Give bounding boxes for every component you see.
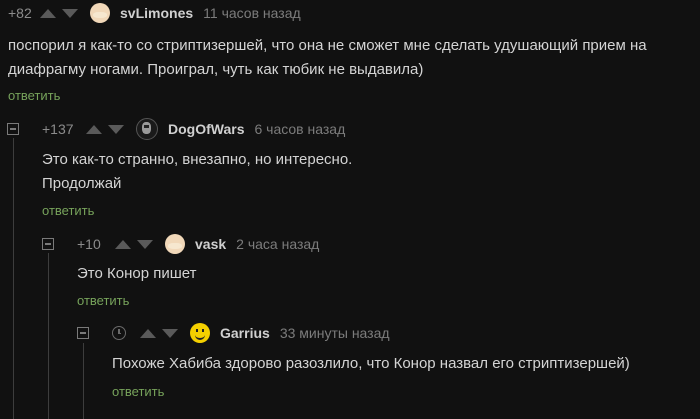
reply-link[interactable]: ответить xyxy=(8,88,60,103)
thread-line[interactable] xyxy=(83,343,84,419)
rating-value: +82 xyxy=(8,5,32,21)
upvote-icon[interactable] xyxy=(86,124,102,134)
upvote-icon[interactable] xyxy=(40,8,56,18)
collapse-icon[interactable] xyxy=(42,238,54,250)
comment-header: Garrius 33 минуты назад xyxy=(112,322,390,344)
downvote-icon[interactable] xyxy=(137,239,153,249)
comment-header: +82 svLimones 11 часов назад xyxy=(8,2,301,24)
downvote-icon[interactable] xyxy=(108,124,124,134)
collapse-icon[interactable] xyxy=(77,327,89,339)
timestamp[interactable]: 6 часов назад xyxy=(254,121,345,137)
avatar[interactable] xyxy=(165,234,185,254)
comment-line: Продолжай xyxy=(42,175,122,192)
comment-line: Это как-то странно, внезапно, но интерес… xyxy=(42,151,353,168)
avatar[interactable] xyxy=(136,118,158,140)
upvote-icon[interactable] xyxy=(115,239,131,249)
comment-line: Похоже Хабиба здорово разозлило, что Кон… xyxy=(112,355,630,372)
reply-link[interactable]: ответить xyxy=(112,384,164,399)
avatar[interactable] xyxy=(190,323,210,343)
clock-icon xyxy=(112,326,126,340)
rating-value: +137 xyxy=(42,121,74,137)
avatar[interactable] xyxy=(90,3,110,23)
reply-link[interactable]: ответить xyxy=(42,203,94,218)
timestamp[interactable]: 11 часов назад xyxy=(203,5,301,21)
thread-line[interactable] xyxy=(48,253,49,419)
downvote-icon[interactable] xyxy=(62,8,78,18)
author-name[interactable]: vask xyxy=(195,236,226,252)
upvote-icon[interactable] xyxy=(140,328,156,338)
comment-header: +10 vask 2 часа назад xyxy=(77,233,319,255)
comment-header: +137 DogOfWars 6 часов назад xyxy=(42,118,345,140)
timestamp[interactable]: 33 минуты назад xyxy=(280,325,390,341)
comment-line: диафрагму ногами. Проиграл, чуть как тюб… xyxy=(8,61,424,78)
comment-text: поспорил я как-то со стриптизершей, что … xyxy=(8,34,647,82)
comment-line: поспорил я как-то со стриптизершей, что … xyxy=(8,37,647,54)
reply-link[interactable]: ответить xyxy=(77,293,129,308)
author-name[interactable]: DogOfWars xyxy=(168,121,244,137)
collapse-icon[interactable] xyxy=(7,123,19,135)
thread-line[interactable] xyxy=(13,138,14,419)
comment-text: Похоже Хабиба здорово разозлило, что Кон… xyxy=(112,352,630,376)
comment-text: Это как-то странно, внезапно, но интерес… xyxy=(42,148,352,196)
rating-value: +10 xyxy=(77,236,101,252)
downvote-icon[interactable] xyxy=(162,328,178,338)
comment-text: Это Конор пишет xyxy=(77,262,196,286)
comment-line: Это Конор пишет xyxy=(77,265,197,282)
timestamp[interactable]: 2 часа назад xyxy=(236,236,319,252)
author-name[interactable]: svLimones xyxy=(120,5,193,21)
author-name[interactable]: Garrius xyxy=(220,325,270,341)
